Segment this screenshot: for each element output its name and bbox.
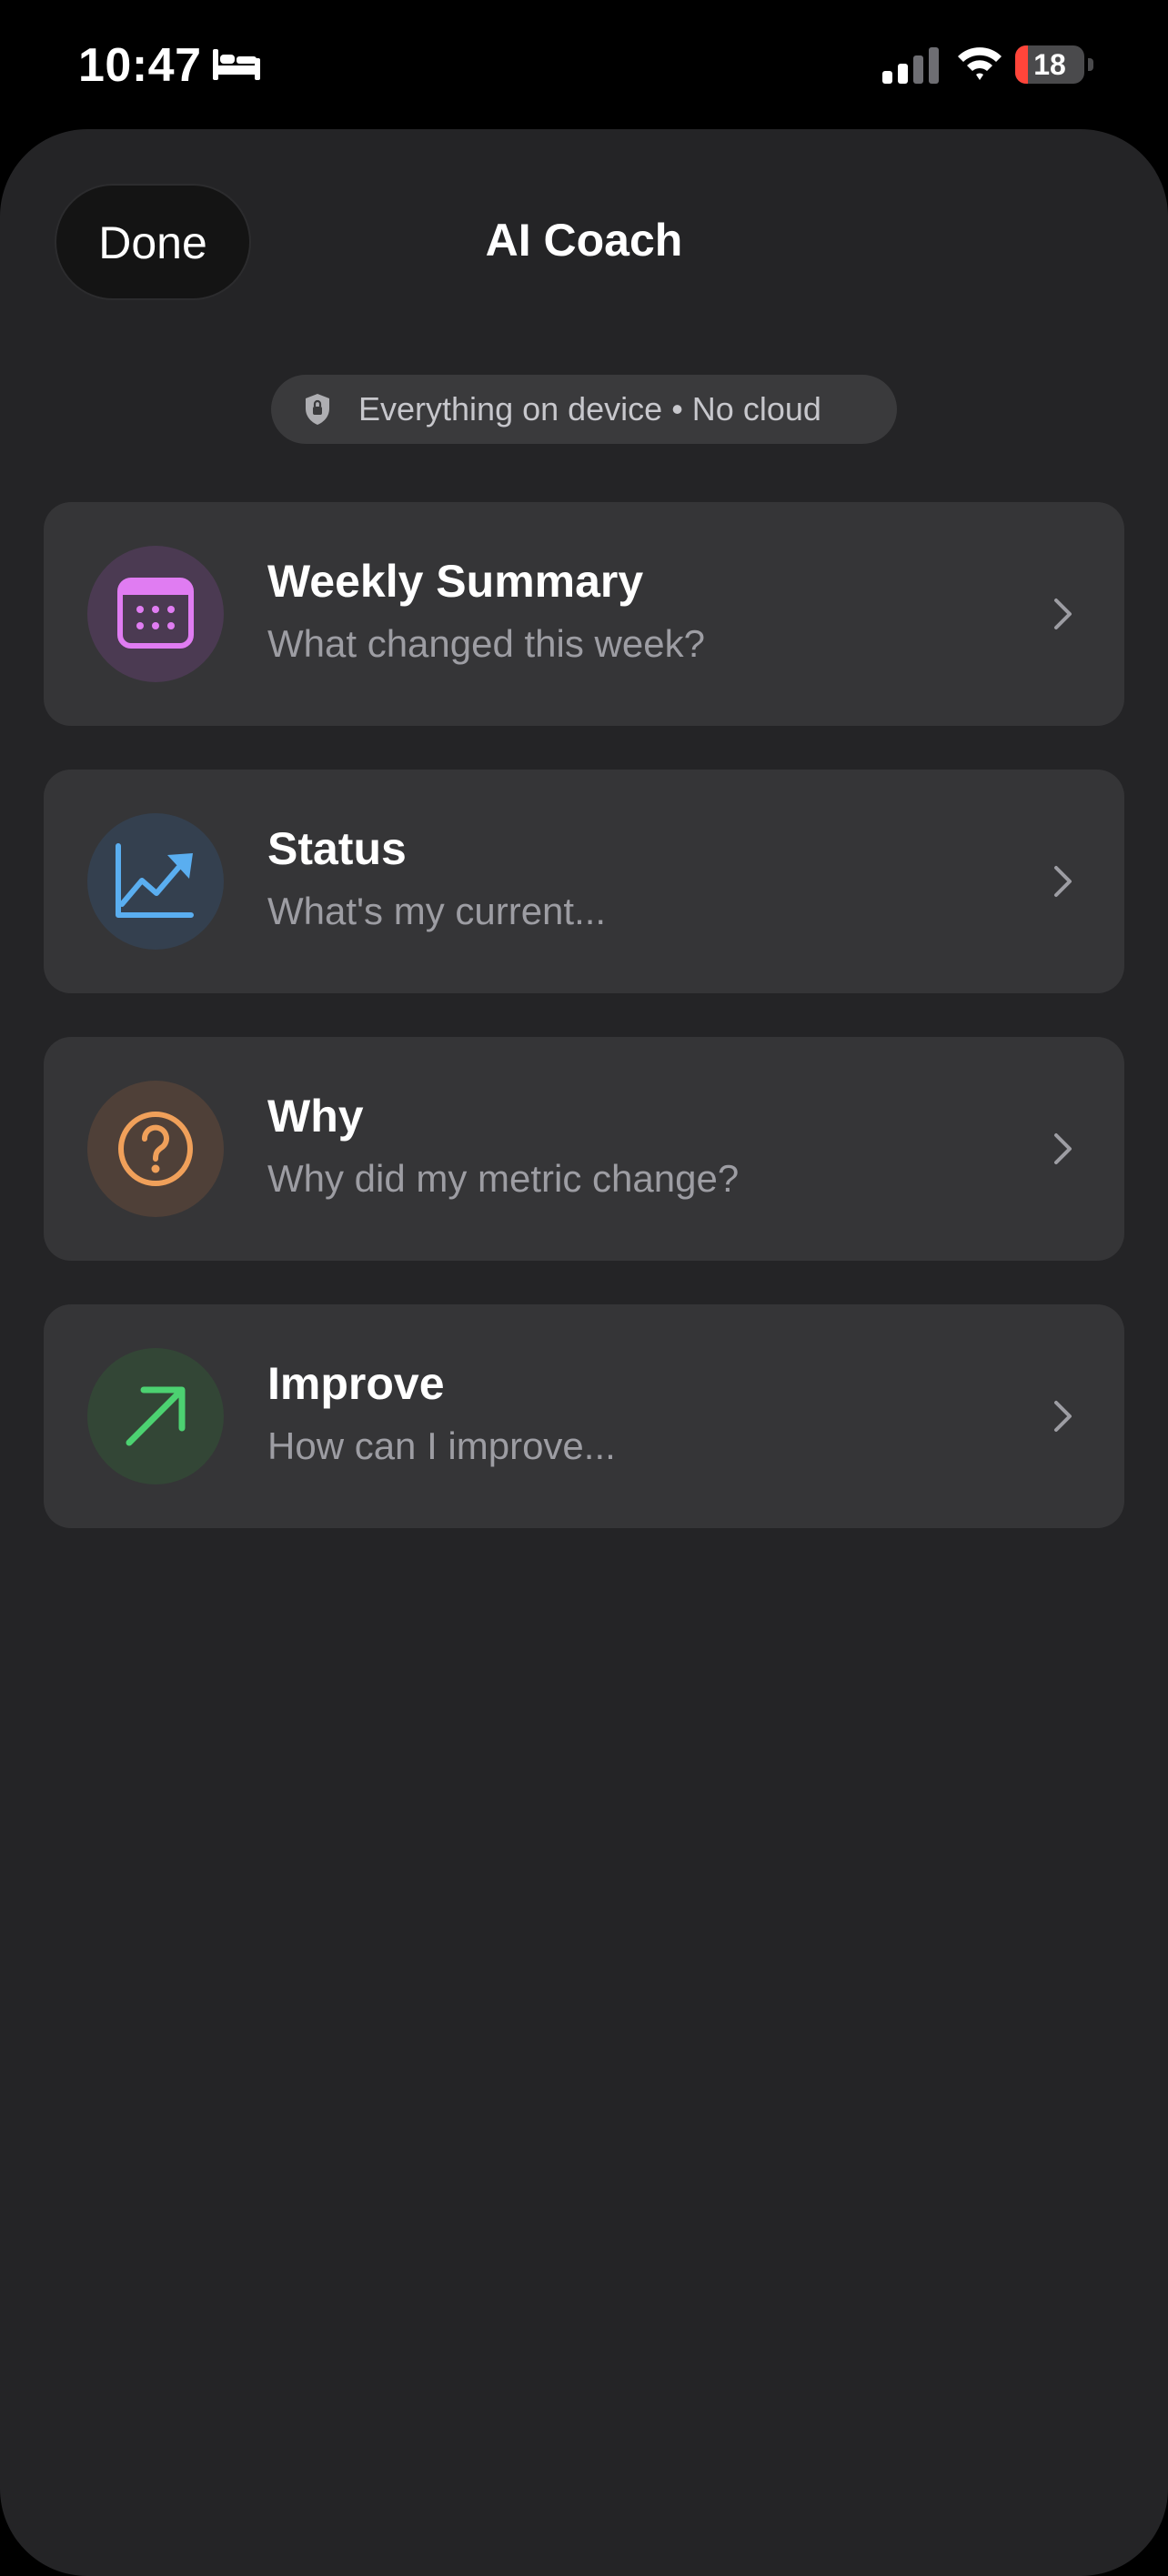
card-icon-container	[87, 546, 224, 682]
status-time: 10:47	[78, 39, 202, 92]
card-status[interactable]: Status What's my current...	[44, 770, 1124, 993]
card-subtitle: Why did my metric change?	[267, 1157, 740, 1200]
card-subtitle: What's my current...	[267, 890, 607, 932]
card-subtitle: How can I improve...	[267, 1424, 616, 1467]
signal-icon	[882, 47, 939, 84]
calendar-icon	[117, 578, 194, 649]
shield-icon	[306, 394, 329, 425]
bed-icon	[213, 49, 260, 80]
done-button[interactable]: Done	[55, 184, 251, 300]
status-bar: 10:47 18	[0, 0, 1168, 127]
battery-tip	[1088, 58, 1093, 71]
card-title: Status	[267, 823, 407, 874]
trend-chart-icon	[116, 843, 194, 918]
privacy-badge: Everything on device • No cloud	[271, 375, 897, 444]
chevron-right-icon	[1054, 1401, 1072, 1432]
privacy-text: Everything on device • No cloud	[358, 390, 821, 428]
card-why[interactable]: Why Why did my metric change?	[44, 1037, 1124, 1261]
card-improve[interactable]: Improve How can I improve...	[44, 1304, 1124, 1528]
arrow-up-right-icon	[126, 1386, 186, 1446]
battery-icon: 18	[1015, 45, 1093, 84]
card-title: Weekly Summary	[267, 556, 644, 607]
wifi-icon	[958, 47, 1002, 80]
chevron-right-icon	[1054, 1133, 1072, 1164]
card-icon-container	[87, 1081, 224, 1217]
page-title: AI Coach	[485, 215, 683, 266]
card-title: Improve	[267, 1358, 445, 1409]
chevron-right-icon	[1054, 599, 1072, 629]
battery-level: 18	[1033, 48, 1066, 81]
card-title: Why	[267, 1091, 364, 1142]
question-icon	[118, 1112, 193, 1186]
card-weekly-summary[interactable]: Weekly Summary What changed this week?	[44, 502, 1124, 726]
chevron-right-icon	[1054, 866, 1072, 897]
card-subtitle: What changed this week?	[267, 622, 705, 665]
battery-body: 18	[1015, 45, 1084, 84]
card-icon-container	[87, 1348, 224, 1484]
card-icon-container	[87, 813, 224, 950]
